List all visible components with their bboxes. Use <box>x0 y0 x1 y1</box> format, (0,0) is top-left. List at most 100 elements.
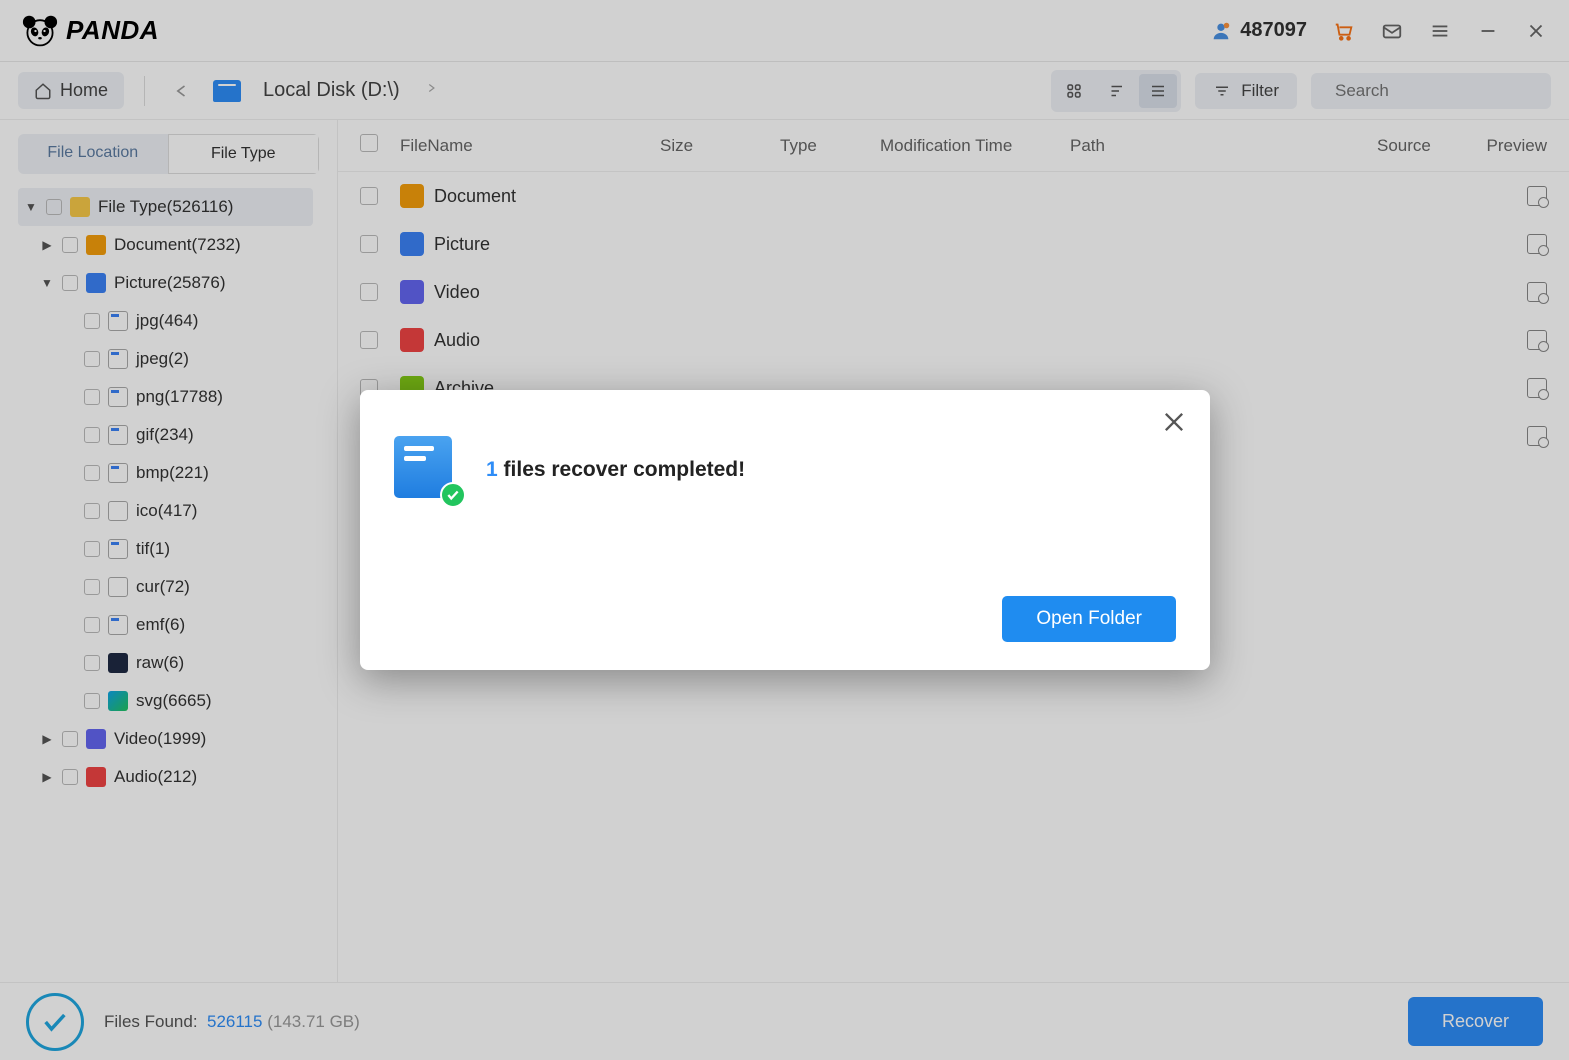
preview-icon[interactable] <box>1527 330 1547 350</box>
table-row[interactable]: Audio <box>338 316 1569 364</box>
table-row[interactable]: Picture <box>338 220 1569 268</box>
titlebar: PANDA 487097 <box>0 0 1569 62</box>
home-button[interactable]: Home <box>18 72 124 109</box>
tree-label: Picture(25876) <box>114 273 226 293</box>
tree-bmp[interactable]: bmp(221) <box>18 454 313 492</box>
checkbox[interactable] <box>62 731 78 747</box>
collapse-icon[interactable]: ▼ <box>24 200 38 214</box>
close-icon[interactable] <box>1525 20 1547 42</box>
checkbox[interactable] <box>84 351 100 367</box>
open-folder-button[interactable]: Open Folder <box>1002 596 1176 642</box>
search-box[interactable] <box>1311 73 1551 109</box>
tree-jpg[interactable]: jpg(464) <box>18 302 313 340</box>
checkbox[interactable] <box>62 769 78 785</box>
tab-file-type[interactable]: File Type <box>168 134 320 174</box>
minimize-icon[interactable] <box>1477 20 1499 42</box>
recover-button[interactable]: Recover <box>1408 997 1543 1046</box>
tree-gif[interactable]: gif(234) <box>18 416 313 454</box>
file-icon <box>108 653 128 673</box>
user-icon <box>1210 20 1232 42</box>
preview-icon[interactable] <box>1527 234 1547 254</box>
table-row[interactable]: Video <box>338 268 1569 316</box>
checkbox[interactable] <box>84 541 100 557</box>
picture-icon <box>86 273 106 293</box>
list-view-button[interactable] <box>1139 74 1177 108</box>
tab-file-location[interactable]: File Location <box>18 134 168 174</box>
file-icon <box>108 387 128 407</box>
modal-message: 1 files recover completed! <box>486 458 745 482</box>
tree-jpeg[interactable]: jpeg(2) <box>18 340 313 378</box>
tree-raw[interactable]: raw(6) <box>18 644 313 682</box>
select-all-checkbox[interactable] <box>360 134 378 152</box>
close-icon <box>1160 408 1188 436</box>
sort-view-button[interactable] <box>1097 74 1135 108</box>
close-button[interactable] <box>1160 408 1188 436</box>
checkbox[interactable] <box>360 187 378 205</box>
checkbox[interactable] <box>84 693 100 709</box>
checkbox[interactable] <box>84 579 100 595</box>
checkbox[interactable] <box>84 503 100 519</box>
tree-label: jpeg(2) <box>136 349 189 369</box>
separator <box>144 76 145 106</box>
tree-audio[interactable]: ▶Audio(212) <box>18 758 313 796</box>
expand-icon[interactable]: ▶ <box>40 770 54 784</box>
tree-tif[interactable]: tif(1) <box>18 530 313 568</box>
col-preview[interactable]: Preview <box>1467 136 1547 156</box>
preview-icon[interactable] <box>1527 378 1547 398</box>
cart-icon[interactable] <box>1333 20 1355 42</box>
grid-view-button[interactable] <box>1055 74 1093 108</box>
collapse-icon[interactable]: ▼ <box>40 276 54 290</box>
checkbox[interactable] <box>46 199 62 215</box>
mail-icon[interactable] <box>1381 20 1403 42</box>
user-badge[interactable]: 487097 <box>1210 19 1307 42</box>
audio-icon <box>86 767 106 787</box>
document-icon <box>86 235 106 255</box>
checkbox[interactable] <box>84 465 100 481</box>
tree-svg[interactable]: svg(6665) <box>18 682 313 720</box>
checkbox[interactable] <box>62 275 78 291</box>
checkbox[interactable] <box>84 313 100 329</box>
breadcrumb[interactable]: Local Disk (D:\) <box>263 79 400 102</box>
checkbox[interactable] <box>84 389 100 405</box>
search-input[interactable] <box>1335 81 1556 101</box>
menu-icon[interactable] <box>1429 20 1451 42</box>
checkbox[interactable] <box>360 283 378 301</box>
col-type[interactable]: Type <box>780 136 880 156</box>
tree-root[interactable]: ▼File Type(526116) <box>18 188 313 226</box>
tree-picture[interactable]: ▼ Picture(25876) <box>18 264 313 302</box>
tree-cur[interactable]: cur(72) <box>18 568 313 606</box>
tree-label: jpg(464) <box>136 311 198 331</box>
tree-label: bmp(221) <box>136 463 209 483</box>
tree-document[interactable]: ▶Document(7232) <box>18 226 313 264</box>
table-row[interactable]: Document <box>338 172 1569 220</box>
col-source[interactable]: Source <box>1377 136 1467 156</box>
expand-icon[interactable]: ▶ <box>40 732 54 746</box>
tree-emf[interactable]: emf(6) <box>18 606 313 644</box>
checkbox[interactable] <box>360 235 378 253</box>
preview-icon[interactable] <box>1527 426 1547 446</box>
checkbox[interactable] <box>84 427 100 443</box>
col-size[interactable]: Size <box>660 136 780 156</box>
home-label: Home <box>60 80 108 101</box>
tree-ico[interactable]: ico(417) <box>18 492 313 530</box>
checkbox[interactable] <box>84 655 100 671</box>
checkbox[interactable] <box>360 331 378 349</box>
tree-video[interactable]: ▶Video(1999) <box>18 720 313 758</box>
row-label: Document <box>434 186 516 207</box>
tree-label: emf(6) <box>136 615 185 635</box>
col-modification[interactable]: Modification Time <box>880 136 1070 156</box>
row-label: Picture <box>434 234 490 255</box>
col-path[interactable]: Path <box>1070 136 1377 156</box>
row-label: Video <box>434 282 480 303</box>
preview-icon[interactable] <box>1527 186 1547 206</box>
col-filename[interactable]: FileName <box>400 136 660 156</box>
video-icon <box>400 280 424 304</box>
tree-png[interactable]: png(17788) <box>18 378 313 416</box>
back-button[interactable] <box>165 74 199 108</box>
checkbox[interactable] <box>84 617 100 633</box>
filter-button[interactable]: Filter <box>1195 73 1297 109</box>
expand-icon[interactable]: ▶ <box>40 238 54 252</box>
file-icon <box>108 463 128 483</box>
checkbox[interactable] <box>62 237 78 253</box>
preview-icon[interactable] <box>1527 282 1547 302</box>
